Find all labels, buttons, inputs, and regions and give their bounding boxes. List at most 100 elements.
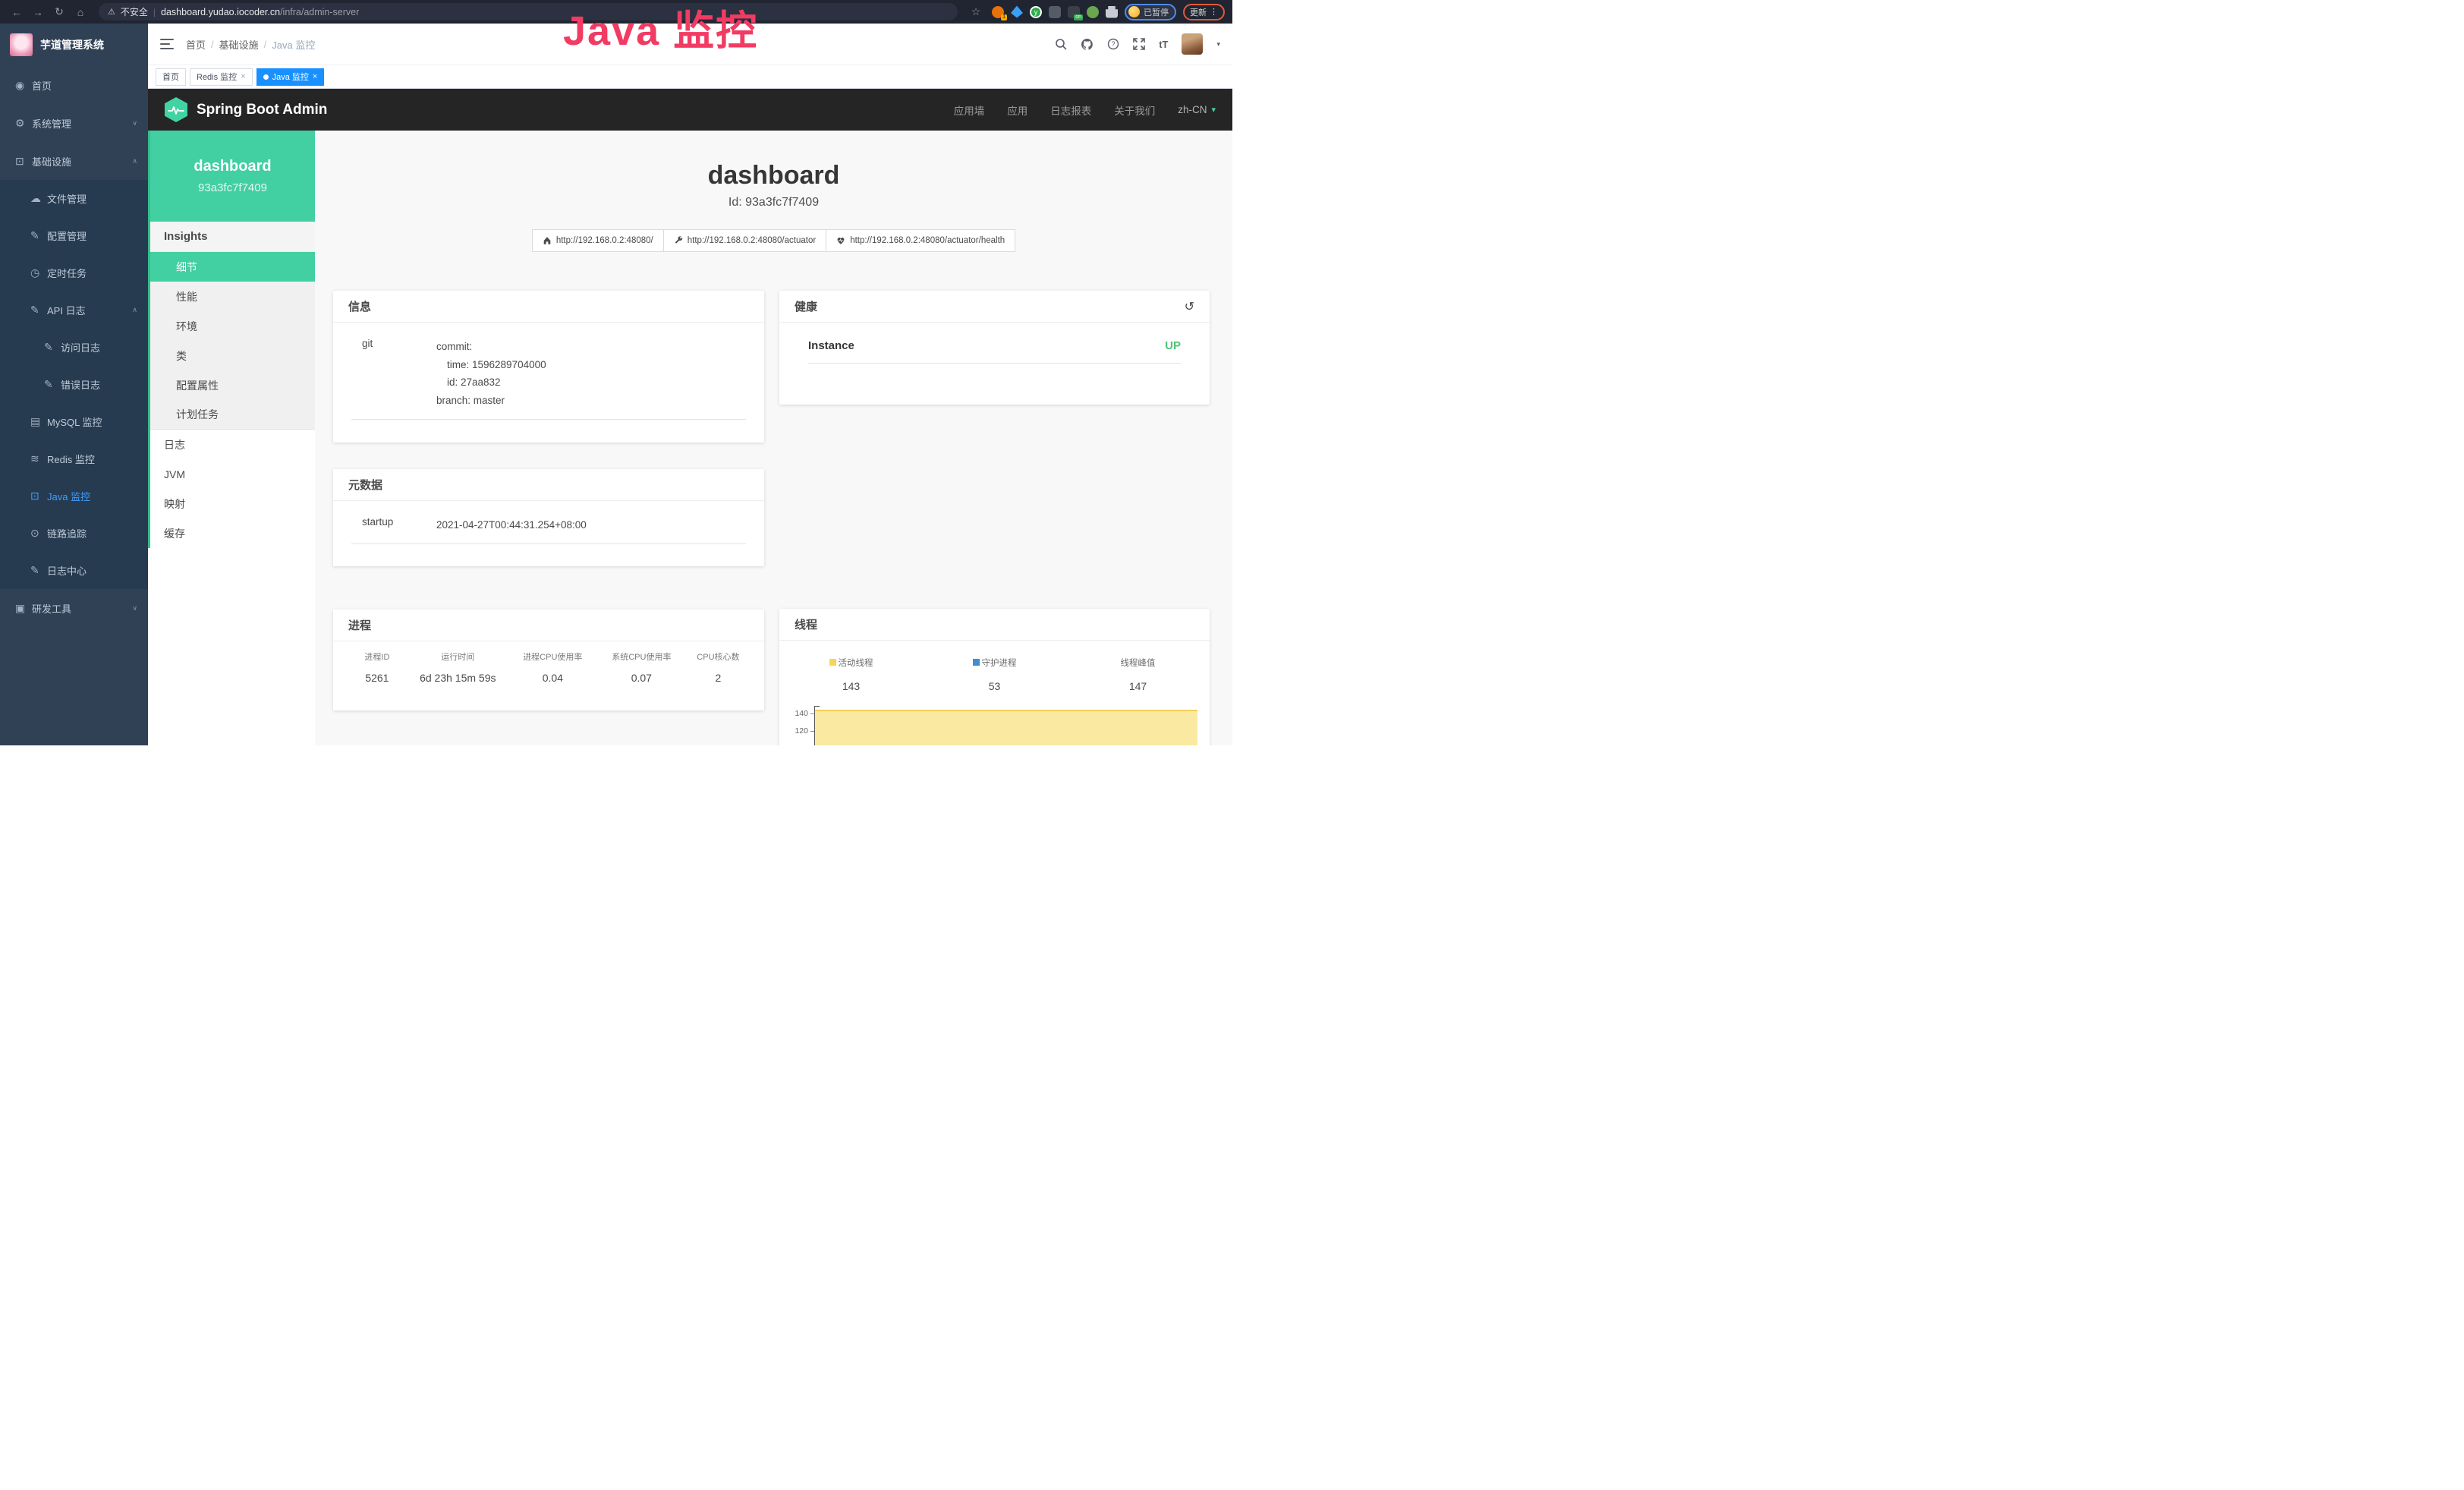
- extension-icon-4[interactable]: [1049, 6, 1061, 18]
- breadcrumb: 首页 / 基础设施 / Java 监控: [186, 37, 315, 52]
- extension-icon-1[interactable]: 1: [992, 6, 1004, 18]
- sba-nav-about[interactable]: 关于我们: [1114, 102, 1155, 118]
- sidebar-item-system[interactable]: ⚙ 系统管理 ∨: [0, 104, 148, 142]
- breadcrumb-home[interactable]: 首页: [186, 37, 206, 52]
- sidebar-item-label: 基础设施: [32, 154, 71, 169]
- sidebar-item-access-log[interactable]: ✎ 访问日志: [0, 329, 148, 366]
- sidebar-item-config-mgmt[interactable]: ✎ 配置管理: [0, 217, 148, 254]
- sidebar-item-home[interactable]: ◉ 首页: [0, 66, 148, 104]
- sba-nav-wallboard[interactable]: 应用墙: [954, 102, 985, 118]
- font-size-icon[interactable]: tT: [1159, 39, 1168, 50]
- metadata-row: startup 2021-04-27T00:44:31.254+08:00: [351, 516, 746, 544]
- sidebar-item-dev-tools[interactable]: ▣ 研发工具 ∨: [0, 589, 148, 627]
- git-id-line: id: 27aa832: [436, 373, 546, 392]
- extension-icon-6[interactable]: [1087, 6, 1099, 18]
- edit-icon: ✎: [44, 378, 61, 391]
- sidebar-item-java-monitor[interactable]: ⊡ Java 监控: [0, 477, 148, 515]
- git-time-line: time: 1596289704000: [436, 356, 546, 374]
- sba-app-name: dashboard: [194, 158, 271, 175]
- browser-update-button[interactable]: 更新 ⋮: [1183, 4, 1225, 20]
- sidebar-item-infra[interactable]: ⊡ 基础设施 ∧: [0, 142, 148, 180]
- sidebar-item-label: 研发工具: [32, 601, 71, 616]
- service-url: http://192.168.0.2:48080/: [556, 236, 653, 245]
- health-instance-row[interactable]: Instance UP: [808, 339, 1181, 364]
- chart-y-axis: 140 120 100: [779, 706, 814, 745]
- sba-item-config-props[interactable]: 配置属性: [150, 370, 315, 400]
- browser-home-icon[interactable]: ⌂: [71, 6, 90, 18]
- sba-nav-applications[interactable]: 应用: [1007, 102, 1027, 118]
- address-bar[interactable]: ⚠ 不安全 | dashboard.yudao.iocoder.cn/infra…: [99, 3, 958, 20]
- process-uptime: 6d 23h 15m 59s: [408, 672, 508, 684]
- sidebar-item-error-log[interactable]: ✎ 错误日志: [0, 366, 148, 403]
- sidebar-item-tracing[interactable]: ⊙ 链路追踪: [0, 515, 148, 552]
- sba-item-details[interactable]: 细节: [150, 252, 315, 282]
- kebab-menu-icon[interactable]: ⋮: [1210, 7, 1218, 17]
- dashboard-icon: ◉: [15, 79, 32, 92]
- legend-peak-threads: 线程峰值 147: [1066, 656, 1210, 692]
- sidebar-item-label: Redis 监控: [47, 452, 95, 466]
- sba-locale-select[interactable]: zh-CN ▾: [1178, 104, 1216, 115]
- sba-item-classes[interactable]: 类: [150, 341, 315, 370]
- sba-item-scheduled-tasks[interactable]: 计划任务: [150, 400, 315, 430]
- browser-profile-chip[interactable]: 已暂停: [1125, 4, 1176, 20]
- process-syscpu: 0.07: [597, 672, 686, 684]
- sba-item-mappings[interactable]: 映射: [150, 489, 315, 518]
- tab-java-monitor[interactable]: Java 监控 ×: [256, 68, 325, 86]
- legend-value: 53: [923, 680, 1066, 692]
- tab-home[interactable]: 首页: [156, 68, 186, 86]
- sidebar-item-redis-monitor[interactable]: ≋ Redis 监控: [0, 440, 148, 477]
- extension-icon-2[interactable]: [1011, 6, 1023, 18]
- sba-item-environment[interactable]: 环境: [150, 311, 315, 341]
- sba-nav-journal[interactable]: 日志报表: [1050, 102, 1091, 118]
- close-icon[interactable]: ×: [241, 73, 245, 81]
- health-card-title: 健康: [795, 298, 817, 314]
- extensions-area: ☆ 1 y on 已暂停 更新 ⋮: [967, 4, 1225, 20]
- address-divider: |: [153, 7, 156, 17]
- service-url-button[interactable]: http://192.168.0.2:48080/: [532, 229, 664, 252]
- avatar[interactable]: [1182, 33, 1203, 55]
- reload-icon[interactable]: ↻: [50, 5, 68, 18]
- github-icon[interactable]: [1081, 38, 1094, 51]
- actuator-url-button[interactable]: http://192.168.0.2:48080/actuator: [663, 229, 826, 252]
- sidebar-item-log-center[interactable]: ✎ 日志中心: [0, 552, 148, 589]
- instance-id: Id: 93a3fc7f7409: [315, 196, 1232, 209]
- security-label[interactable]: 不安全: [121, 5, 148, 18]
- url-host: dashboard.yudao.iocoder.cn: [161, 7, 280, 17]
- sidebar-item-label: 首页: [32, 78, 52, 93]
- chart-plot-area: [814, 706, 1197, 745]
- caret-down-icon[interactable]: ▾: [1216, 40, 1220, 49]
- help-icon[interactable]: ?: [1107, 38, 1119, 50]
- hamburger-icon[interactable]: [160, 39, 174, 49]
- sba-item-metrics[interactable]: 性能: [150, 282, 315, 311]
- close-icon[interactable]: ×: [313, 73, 317, 81]
- puzzle-extensions-icon[interactable]: [1106, 6, 1118, 18]
- sba-brand-title[interactable]: Spring Boot Admin: [197, 102, 327, 118]
- cloud-upload-icon: ☁: [30, 192, 47, 205]
- extension-on-badge: on: [1074, 14, 1083, 20]
- extension-icon-5[interactable]: on: [1068, 6, 1080, 18]
- extension-icon-3[interactable]: y: [1030, 6, 1042, 18]
- instance-links: http://192.168.0.2:48080/ http://192.168…: [315, 229, 1232, 252]
- sba-item-caches[interactable]: 缓存: [150, 518, 315, 548]
- sba-item-jvm[interactable]: JVM: [150, 459, 315, 489]
- back-icon[interactable]: ←: [8, 6, 26, 18]
- sidebar-item-api-log[interactable]: ✎ API 日志 ∧: [0, 291, 148, 329]
- tab-redis-monitor[interactable]: Redis 监控 ×: [190, 68, 253, 86]
- search-icon[interactable]: [1055, 38, 1067, 50]
- fullscreen-icon[interactable]: [1133, 38, 1145, 50]
- edit-icon: ✎: [44, 341, 61, 354]
- sba-item-logs[interactable]: 日志: [150, 430, 315, 459]
- bookmark-star-icon[interactable]: ☆: [967, 5, 985, 18]
- breadcrumb-infra[interactable]: 基础设施: [219, 37, 259, 52]
- forward-icon[interactable]: →: [29, 6, 47, 18]
- sidebar-item-mysql-monitor[interactable]: ▤ MySQL 监控: [0, 403, 148, 440]
- app-logo-row[interactable]: 芋道管理系统: [0, 24, 148, 66]
- sidebar-item-file-mgmt[interactable]: ☁ 文件管理: [0, 180, 148, 217]
- health-url-button[interactable]: http://192.168.0.2:48080/actuator/health: [826, 229, 1015, 252]
- sidebar-item-scheduled-jobs[interactable]: ◷ 定时任务: [0, 254, 148, 291]
- y-tick-label: 100: [795, 744, 808, 745]
- tab-label: 首页: [162, 71, 179, 83]
- app-logo: [10, 33, 33, 56]
- sba-instance-header[interactable]: dashboard 93a3fc7f7409: [150, 131, 315, 222]
- history-icon[interactable]: ↺: [1185, 299, 1194, 314]
